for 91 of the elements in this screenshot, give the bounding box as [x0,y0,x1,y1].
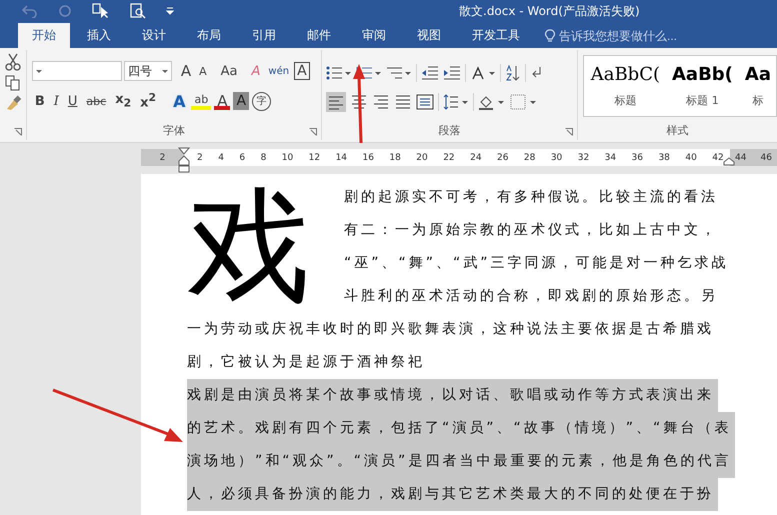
bullets-icon[interactable] [326,65,352,81]
font-button[interactable]: I [50,91,62,111]
ribbon-tab[interactable]: 视图 [403,23,455,48]
ruler-number: 36 [632,152,643,162]
align-right-icon[interactable] [372,94,390,110]
ruler-number: 34 [604,152,616,162]
font-button[interactable]: B [32,91,48,111]
right-indent-marker-icon[interactable] [723,157,735,166]
ruler-number: 40 [685,152,697,162]
font-button[interactable]: abc [83,91,110,111]
ruler-number: 2 [160,152,166,162]
decrease-indent-icon[interactable] [420,65,439,81]
style-item[interactable]: Aa 标 [738,56,776,116]
ruler-number: 38 [658,152,670,162]
touch-mode-icon[interactable] [92,3,110,19]
font-size-combo[interactable]: 四号 [124,61,172,81]
ruler-number: 12 [308,152,320,162]
ruler-number: 22 [443,152,455,162]
ruler-number: 8 [260,152,266,162]
shading-icon[interactable] [478,94,506,110]
print-preview-icon[interactable] [130,3,146,19]
format-painter-icon[interactable] [4,95,21,111]
ruler-number: 2 [197,152,203,162]
ribbon-tab[interactable]: 开始 [18,23,70,48]
group-label: 字体 [162,124,185,137]
font-button[interactable]: A [170,91,188,111]
group-label: 样式 [666,124,688,137]
font-button[interactable]: wén [265,61,292,81]
ruler-number: 6 [239,152,246,162]
font-button[interactable]: Aa [218,61,240,81]
ribbon-tab[interactable]: 审阅 [348,23,400,48]
scissors-icon[interactable] [4,53,21,71]
ruler-number: 28 [524,152,536,162]
text-line: 斗胜利的巫术活动的合称，即戏剧的原始形态。另 [344,287,718,306]
font-button[interactable]: A [196,61,210,81]
numbering-icon[interactable] [356,65,382,81]
align-left-icon[interactable] [326,92,346,112]
ruler-number: 42 [712,152,724,162]
customize-dropdown-icon[interactable] [166,7,174,15]
ruler-number: 18 [389,152,401,162]
drop-cap: 戏 [187,181,312,313]
font-button[interactable]: x$_{2}$ [112,91,134,111]
justify-icon[interactable] [394,94,412,110]
ribbon-tab[interactable]: 设计 [128,23,180,48]
line-spacing-icon[interactable] [442,94,469,110]
text-line: “巫”、“舞”、“武”三字同源，可能是对一种乞求战 [344,254,729,273]
ribbon-tab[interactable]: 开发工具 [458,23,534,48]
ribbon-tab[interactable]: 布局 [183,23,235,48]
increase-indent-icon[interactable] [442,65,461,81]
font-button[interactable]: U [64,91,80,111]
ruler-number: 32 [578,152,590,162]
font-button[interactable]: x$^{2}$ [137,91,160,111]
dialog-launcher-icon[interactable] [14,128,22,136]
sort-icon[interactable] [504,65,521,81]
ribbon-tab[interactable]: 引用 [238,23,290,48]
font-button[interactable]: ab [191,92,212,110]
dialog-launcher-icon[interactable] [308,128,317,136]
character-spacing-icon[interactable] [470,65,496,81]
ruler-number: 44 [735,152,746,162]
copy-icon[interactable] [4,75,21,91]
group-label: 段落 [438,124,460,137]
text-line: 剧，它被认为是起源于酒神祭祀 [187,353,425,372]
ruler-number: 16 [362,152,374,162]
font-button[interactable]: A [294,62,310,80]
ribbon-tab[interactable]: 邮件 [293,23,345,48]
ruler-number: 20 [416,152,428,162]
ruler-number: 14 [336,152,348,162]
borders-icon[interactable] [510,94,538,110]
ruler-number: 46 [760,152,772,162]
ribbon-tab[interactable]: 插入 [73,23,125,48]
ruler-number: 10 [282,152,294,162]
lightbulb-icon [545,28,555,42]
window-title: 散文.docx - Word(产品激活失败) [459,3,640,20]
text-line: 剧的起源实不可考，有多种假说。比较主流的看法 [344,188,718,207]
font-button[interactable]: A [178,61,194,81]
ruler-number: 24 [470,152,482,162]
text-line: 一为劳动或庆祝丰收时的即兴歌舞表演，这种说法主要依据是古希腊戏 [187,320,714,339]
dialog-launcher-icon[interactable] [564,128,573,136]
multilevel-list-icon[interactable] [386,65,412,81]
font-button[interactable]: A [233,92,250,110]
indent-marker-icon[interactable] [178,147,190,173]
ruler-number: 4 [218,152,224,162]
text-line: 有二：一为原始宗教的巫术仪式，比如上古中文， [344,221,718,240]
style-item[interactable]: AaBb( 标题 1 [665,56,738,116]
ruler-number: 30 [550,152,562,162]
distributed-icon[interactable] [416,94,434,110]
font-button[interactable]: 字 [252,92,272,110]
style-item[interactable]: AaBbC( 标题 [584,56,665,116]
tell-me-field[interactable]: 告诉我您想要做什么... [545,23,699,48]
align-center-icon[interactable] [350,94,368,110]
ruler-number: 26 [497,152,508,162]
